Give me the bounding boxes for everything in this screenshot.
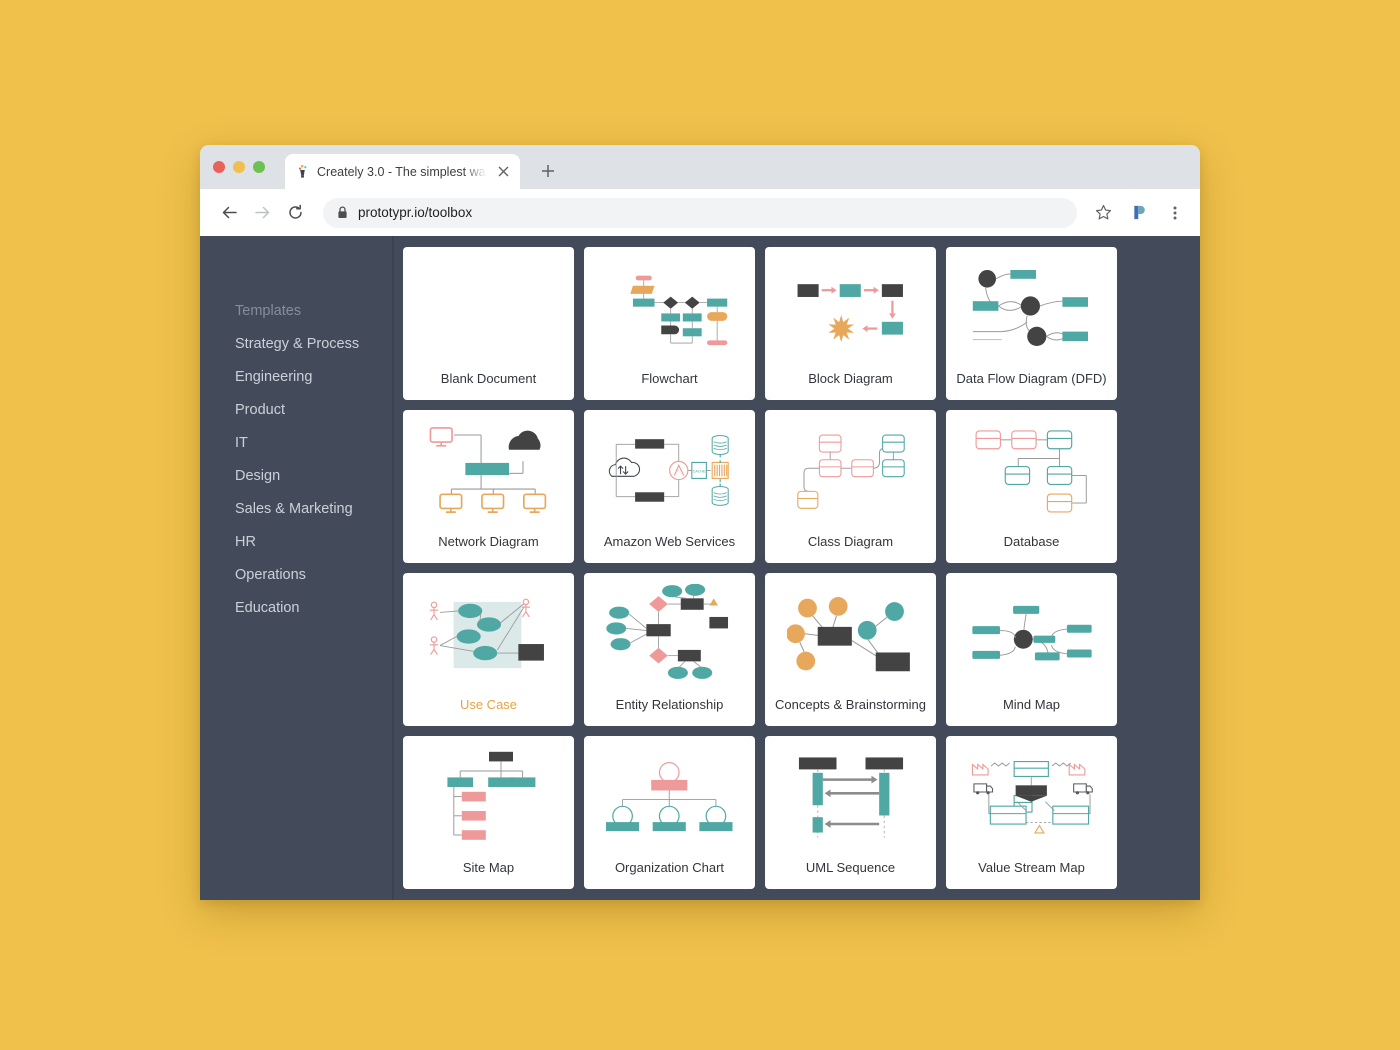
template-card-label: Entity Relationship	[615, 696, 724, 712]
template-card-label: Block Diagram	[808, 370, 893, 386]
template-card-flowchart[interactable]: Flowchart	[584, 247, 755, 400]
sidebar-item-sales-marketing[interactable]: Sales & Marketing	[200, 493, 392, 526]
sidebar-item-design[interactable]: Design	[200, 460, 392, 493]
tab-close-icon[interactable]	[494, 163, 512, 181]
template-card-uml[interactable]: UML Sequence	[765, 736, 936, 889]
template-thumbnail-block	[765, 247, 936, 365]
template-card-label: UML Sequence	[805, 859, 896, 875]
template-thumbnail-mindmap	[946, 573, 1117, 691]
template-card-label: Database	[1003, 533, 1060, 549]
window-traffic-lights	[213, 161, 265, 173]
browser-window: Creately 3.0 - The simplest way to proto…	[200, 145, 1200, 900]
profile-icon[interactable]	[1126, 200, 1152, 226]
sidebar-item-product[interactable]: Product	[200, 394, 392, 427]
browser-tab[interactable]: Creately 3.0 - The simplest way to	[285, 154, 520, 189]
template-gallery: Blank Document Flowchart Block Diagram Data…	[394, 236, 1200, 900]
template-card-orgchart[interactable]: Organization Chart	[584, 736, 755, 889]
template-card-vsm[interactable]: Value Stream Map	[946, 736, 1117, 889]
browser-tab-title: Creately 3.0 - The simplest way to	[317, 164, 487, 179]
sidebar-item-it[interactable]: IT	[200, 427, 392, 460]
svg-text:CACHE: CACHE	[692, 469, 705, 473]
template-card-mindmap[interactable]: Mind Map	[946, 573, 1117, 726]
template-card-label: Data Flow Diagram (DFD)	[956, 370, 1107, 386]
template-card-usecase[interactable]: Use Case	[403, 573, 574, 726]
template-thumbnail-network	[403, 410, 574, 528]
template-thumbnail-aws: CACHE	[584, 410, 755, 528]
template-thumbnail-flowchart	[584, 247, 755, 365]
template-card-label: Class Diagram	[807, 533, 894, 549]
toolbar-actions	[1086, 200, 1188, 226]
lock-icon	[337, 206, 348, 219]
app-body: Templates Strategy & Process Engineering…	[200, 236, 1200, 900]
reload-button[interactable]	[280, 198, 310, 228]
creately-favicon	[295, 164, 310, 179]
new-tab-button[interactable]	[534, 157, 562, 185]
template-thumbnail-blank	[403, 247, 574, 365]
template-card-label: Use Case	[459, 696, 518, 712]
template-thumbnail-database	[946, 410, 1117, 528]
template-thumbnail-vsm	[946, 736, 1117, 854]
star-icon[interactable]	[1090, 200, 1116, 226]
template-card-label: Mind Map	[1002, 696, 1061, 712]
template-thumbnail-uml	[765, 736, 936, 854]
sidebar-item-education[interactable]: Education	[200, 592, 392, 625]
template-card-label: Value Stream Map	[978, 859, 1085, 875]
sidebar: Templates Strategy & Process Engineering…	[200, 236, 394, 900]
template-card-label: Organization Chart	[614, 859, 725, 875]
back-button[interactable]	[214, 198, 244, 228]
template-card-label: Flowchart	[641, 370, 698, 386]
template-card-sitemap[interactable]: Site Map	[403, 736, 574, 889]
sidebar-heading: Templates	[235, 303, 302, 319]
template-card-er[interactable]: Entity Relationship	[584, 573, 755, 726]
window-maximize-button[interactable]	[253, 161, 265, 173]
sidebar-item-strategy-process[interactable]: Strategy & Process	[200, 328, 392, 361]
template-thumbnail-sitemap	[403, 736, 574, 854]
template-thumbnail-er	[584, 573, 755, 691]
browser-menu-button[interactable]	[1162, 200, 1188, 226]
template-card-block[interactable]: Block Diagram	[765, 247, 936, 400]
browser-toolbar: prototypr.io/toolbox	[200, 189, 1200, 236]
template-card-database[interactable]: Database	[946, 410, 1117, 563]
template-grid: Blank Document Flowchart Block Diagram Data…	[403, 247, 1200, 889]
template-card-dfd[interactable]: Data Flow Diagram (DFD)	[946, 247, 1117, 400]
template-thumbnail-dfd	[946, 247, 1117, 365]
address-bar[interactable]: prototypr.io/toolbox	[323, 197, 1077, 228]
template-thumbnail-class	[765, 410, 936, 528]
window-close-button[interactable]	[213, 161, 225, 173]
template-thumbnail-orgchart	[584, 736, 755, 854]
template-card-label: Site Map	[462, 859, 515, 875]
template-card-label: Network Diagram	[438, 533, 539, 549]
template-thumbnail-usecase	[403, 573, 574, 691]
template-card-class[interactable]: Class Diagram	[765, 410, 936, 563]
template-thumbnail-concepts	[765, 573, 936, 691]
template-card-concepts[interactable]: Concepts & Brainstorming	[765, 573, 936, 726]
forward-button[interactable]	[247, 198, 277, 228]
template-card-label: Amazon Web Services	[603, 533, 736, 549]
template-card-label: Blank Document	[440, 370, 537, 386]
template-card-network[interactable]: Network Diagram	[403, 410, 574, 563]
window-minimize-button[interactable]	[233, 161, 245, 173]
template-card-aws[interactable]: CACHE Amazon Web Services	[584, 410, 755, 563]
sidebar-item-operations[interactable]: Operations	[200, 559, 392, 592]
sidebar-item-engineering[interactable]: Engineering	[200, 361, 392, 394]
address-bar-url: prototypr.io/toolbox	[358, 205, 473, 220]
template-card-blank[interactable]: Blank Document	[403, 247, 574, 400]
sidebar-item-hr[interactable]: HR	[200, 526, 392, 559]
template-card-label: Concepts & Brainstorming	[774, 696, 926, 712]
browser-tabstrip: Creately 3.0 - The simplest way to	[200, 145, 1200, 189]
